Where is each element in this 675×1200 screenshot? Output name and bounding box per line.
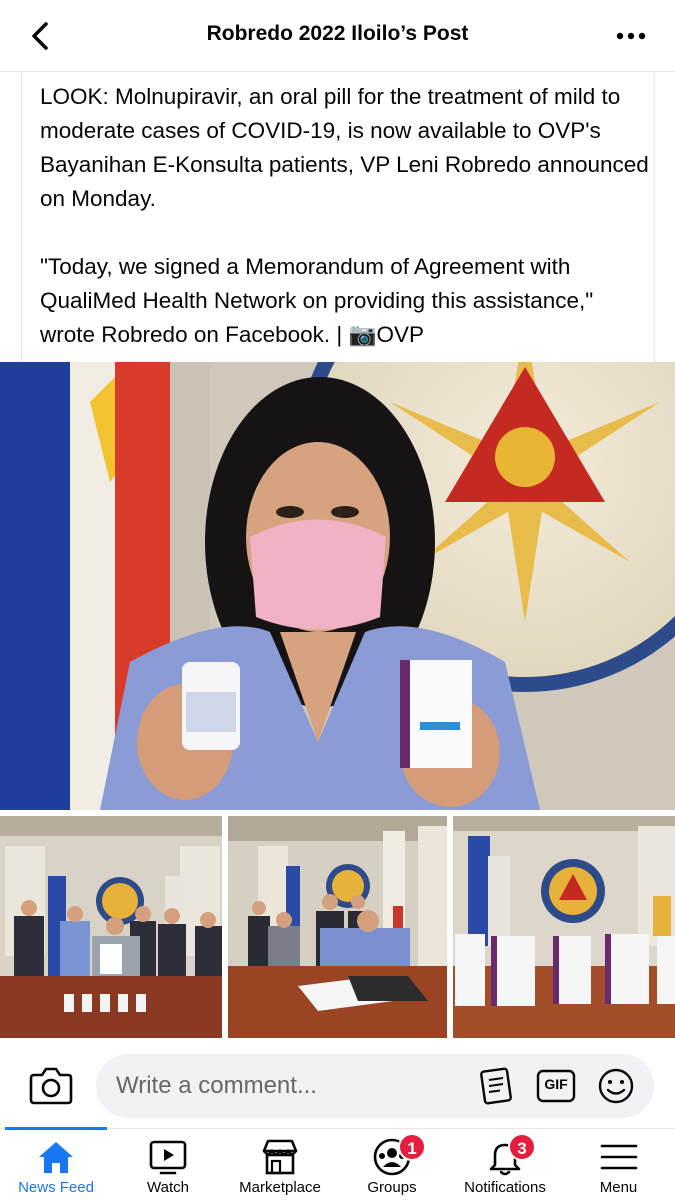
tab-notifications[interactable]: 3 Notifications	[448, 1129, 562, 1200]
groups-badge: 1	[398, 1133, 426, 1161]
notifications-badge: 3	[508, 1133, 536, 1161]
sticker-icon	[480, 1067, 512, 1105]
gif-label: GIF	[544, 1076, 568, 1092]
tab-marketplace[interactable]: Marketplace	[224, 1129, 336, 1200]
tab-watch[interactable]: Watch	[112, 1129, 224, 1200]
post-header: Robredo 2022 Iloilo’s Post	[0, 0, 675, 72]
more-horizontal-icon	[616, 32, 646, 40]
woman-holding-molnupiravir-photo[interactable]	[0, 362, 675, 810]
comment-input[interactable]: Write a comment... GIF	[96, 1054, 654, 1118]
post-text: LOOK: Molnupiravir, an oral pill for the…	[40, 80, 650, 352]
tab-groups-label: Groups	[367, 1179, 417, 1196]
post-paragraph-2-text: "Today, we signed a Memorandum of Agreem…	[40, 254, 594, 347]
bottom-nav: News Feed Watch Marketplace 1 Groups 3 N…	[0, 1127, 675, 1200]
more-options-button[interactable]	[611, 20, 651, 52]
post-body: LOOK: Molnupiravir, an oral pill for the…	[21, 72, 655, 362]
page-title: Robredo 2022 Iloilo’s Post	[206, 22, 469, 45]
photo-credit: OVP	[376, 322, 425, 347]
comment-placeholder: Write a comment...	[116, 1072, 317, 1099]
man-signing-agreement-photo[interactable]	[228, 816, 447, 1038]
sticker-button[interactable]	[476, 1066, 516, 1106]
medicine-boxes-on-table-photo[interactable]	[453, 816, 675, 1038]
tab-notifications-label: Notifications	[464, 1179, 546, 1196]
active-tab-indicator	[5, 1127, 107, 1130]
home-icon	[39, 1142, 73, 1173]
camera-icon	[29, 1067, 73, 1105]
tab-news-feed-label: News Feed	[18, 1179, 94, 1196]
tab-news-feed[interactable]: News Feed	[0, 1127, 112, 1200]
tab-watch-label: Watch	[147, 1179, 189, 1196]
emoji-icon	[598, 1068, 634, 1104]
menu-icon	[600, 1144, 637, 1170]
marketplace-icon	[262, 1139, 298, 1175]
tab-menu-label: Menu	[599, 1179, 638, 1196]
tab-menu[interactable]: Menu	[562, 1129, 675, 1200]
camera-button[interactable]	[28, 1064, 74, 1111]
emoji-button[interactable]	[596, 1066, 636, 1106]
post-paragraph-2: "Today, we signed a Memorandum of Agreem…	[40, 250, 650, 352]
tab-groups[interactable]: 1 Groups	[336, 1129, 448, 1200]
gif-button[interactable]: GIF	[536, 1066, 576, 1106]
tab-marketplace-label: Marketplace	[239, 1179, 321, 1196]
post-paragraph-1: LOOK: Molnupiravir, an oral pill for the…	[40, 84, 649, 211]
watch-icon	[149, 1140, 187, 1175]
camera-emoji-icon: 📷	[348, 322, 377, 347]
group-photo-with-memorandum[interactable]	[0, 816, 222, 1038]
